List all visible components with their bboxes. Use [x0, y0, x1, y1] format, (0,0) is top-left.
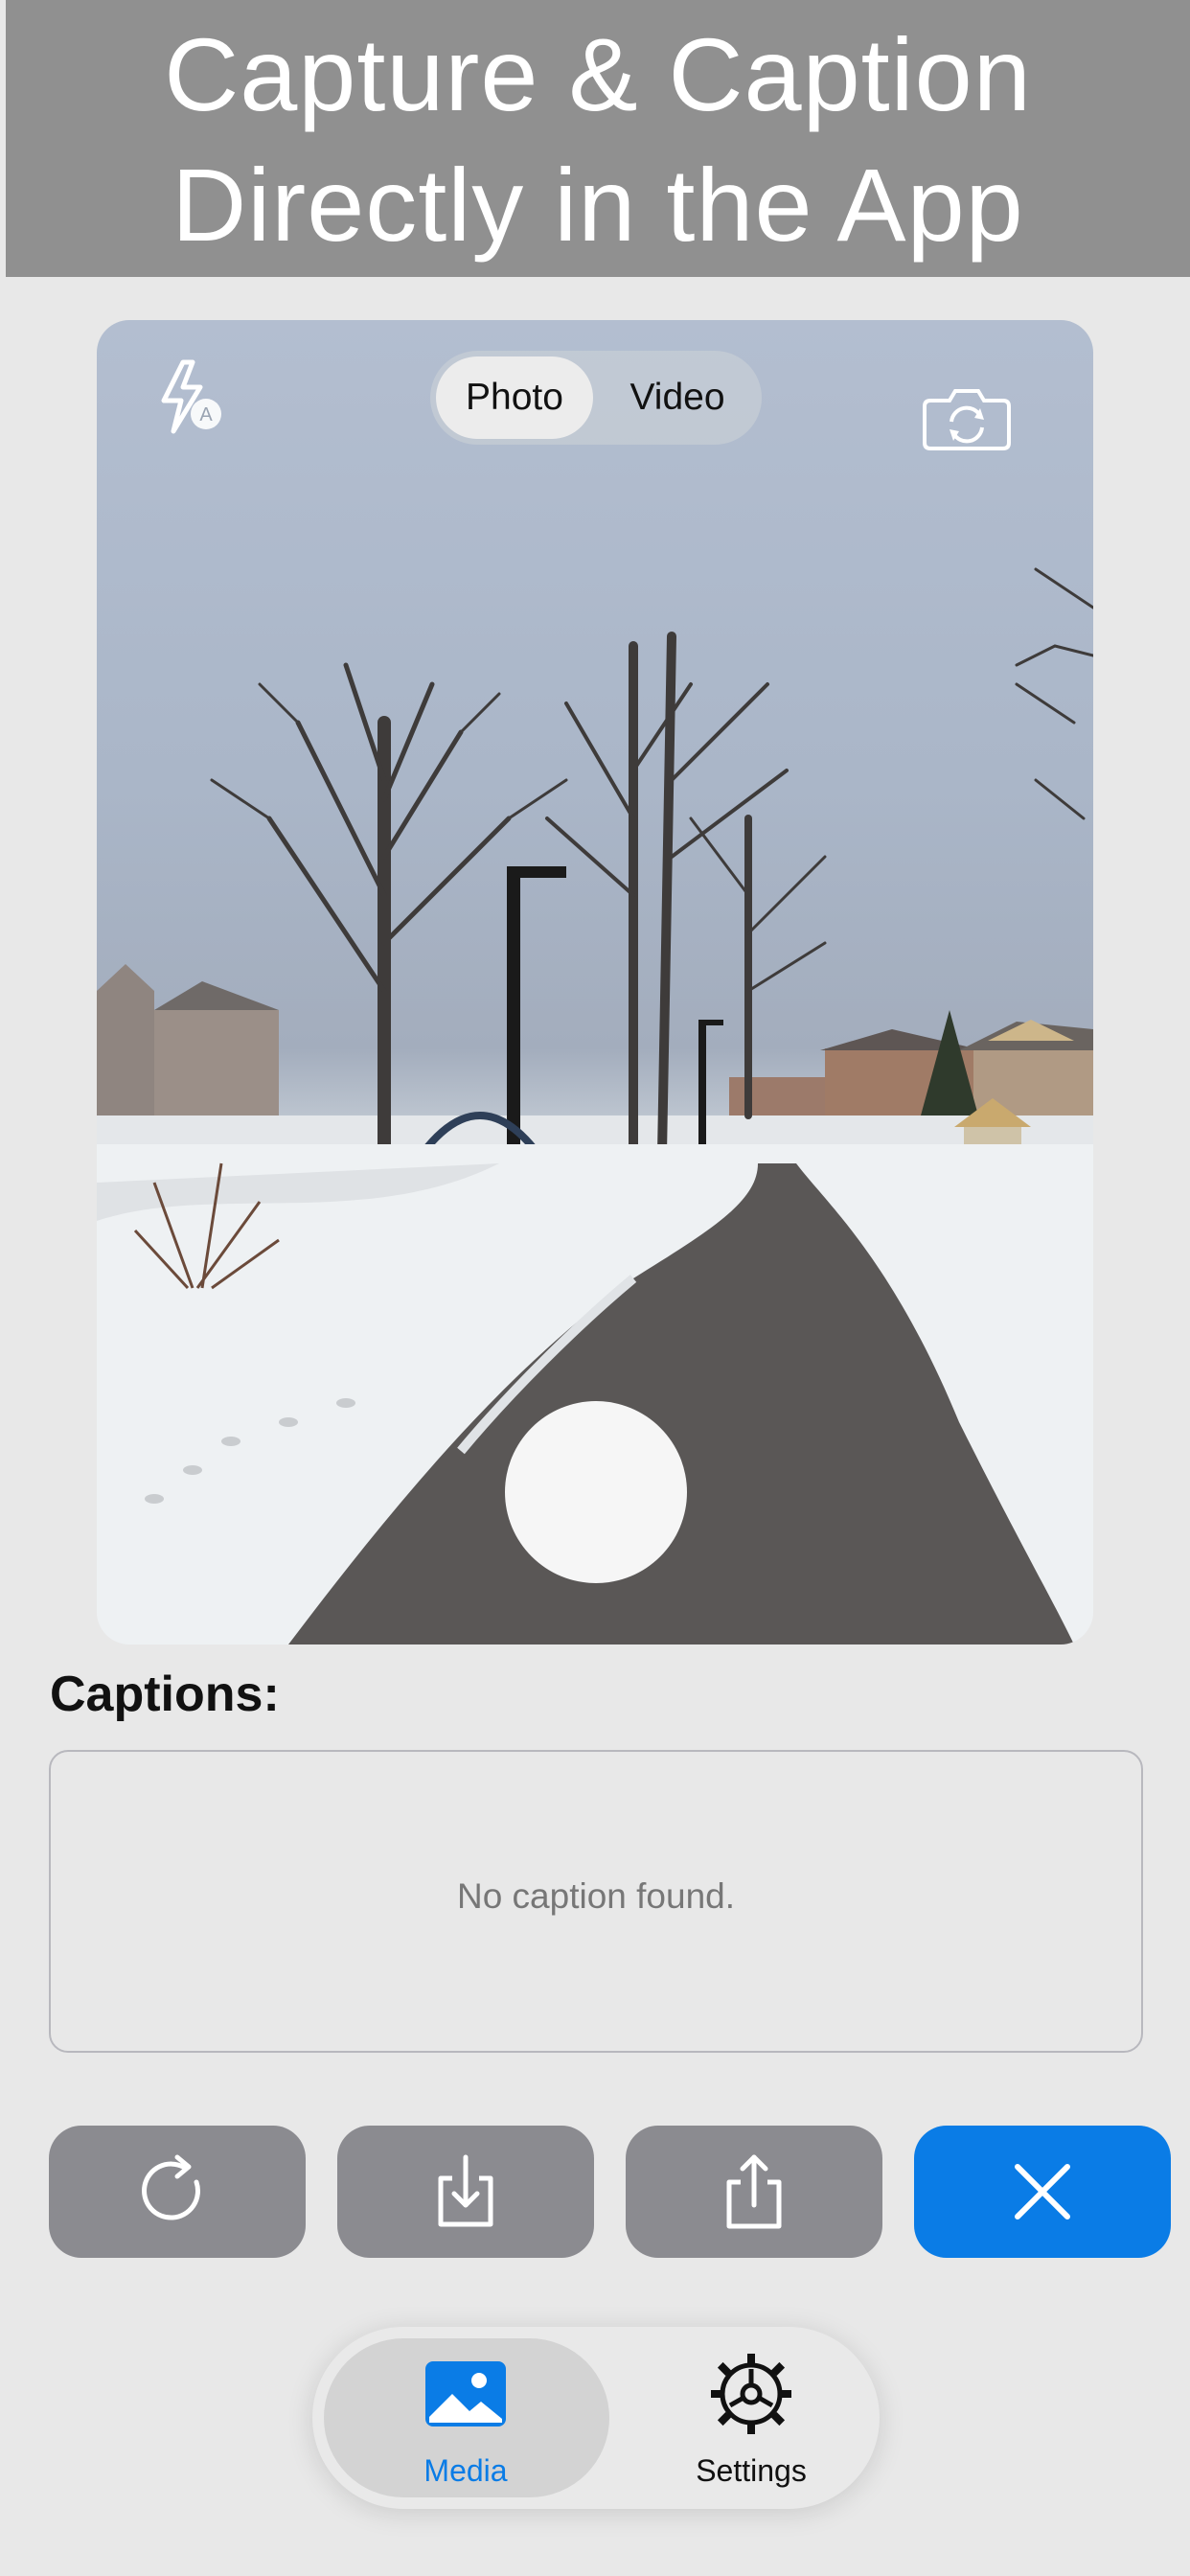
retry-icon [142, 2154, 200, 2220]
tab-media[interactable]: Media [324, 2327, 607, 2509]
mode-photo-option[interactable]: Photo [436, 356, 593, 439]
caption-empty-message: No caption found. [456, 1876, 736, 1916]
svg-text:A: A [199, 404, 213, 426]
download-button[interactable] [337, 2126, 594, 2258]
shutter-button[interactable] [505, 1401, 687, 1583]
tab-settings[interactable]: Settings [609, 2327, 893, 2509]
camera-viewfinder[interactable]: A Photo Video [97, 320, 1093, 1644]
caption-text-area[interactable]: No caption found. [49, 1750, 1143, 2053]
banner-title-line-1: Capture & Caption [164, 16, 1032, 132]
tab-media-label: Media [423, 2453, 508, 2488]
captions-heading: Captions: [50, 1667, 280, 1722]
mode-video-option[interactable]: Video [599, 356, 756, 439]
promo-banner: Capture & Caption Directly in the App [6, 0, 1190, 277]
flash-auto-icon: A [161, 359, 221, 434]
retry-button[interactable] [49, 2126, 306, 2258]
banner-title-line-2: Directly in the App [172, 147, 1024, 263]
gear-icon [711, 2354, 791, 2434]
capture-mode-switch: Photo Video [430, 351, 762, 445]
bottom-tab-bar: Media Settings [312, 2327, 880, 2509]
close-button[interactable] [914, 2126, 1171, 2258]
flash-auto-button[interactable]: A [154, 358, 231, 435]
tab-settings-label: Settings [696, 2453, 807, 2488]
share-icon [726, 2154, 782, 2229]
download-icon [438, 2154, 493, 2227]
photo-icon [425, 2361, 506, 2426]
share-button[interactable] [626, 2126, 882, 2258]
close-icon [1015, 2164, 1070, 2220]
flip-camera-button[interactable] [921, 383, 1013, 452]
camera-flip-icon [923, 389, 1011, 450]
